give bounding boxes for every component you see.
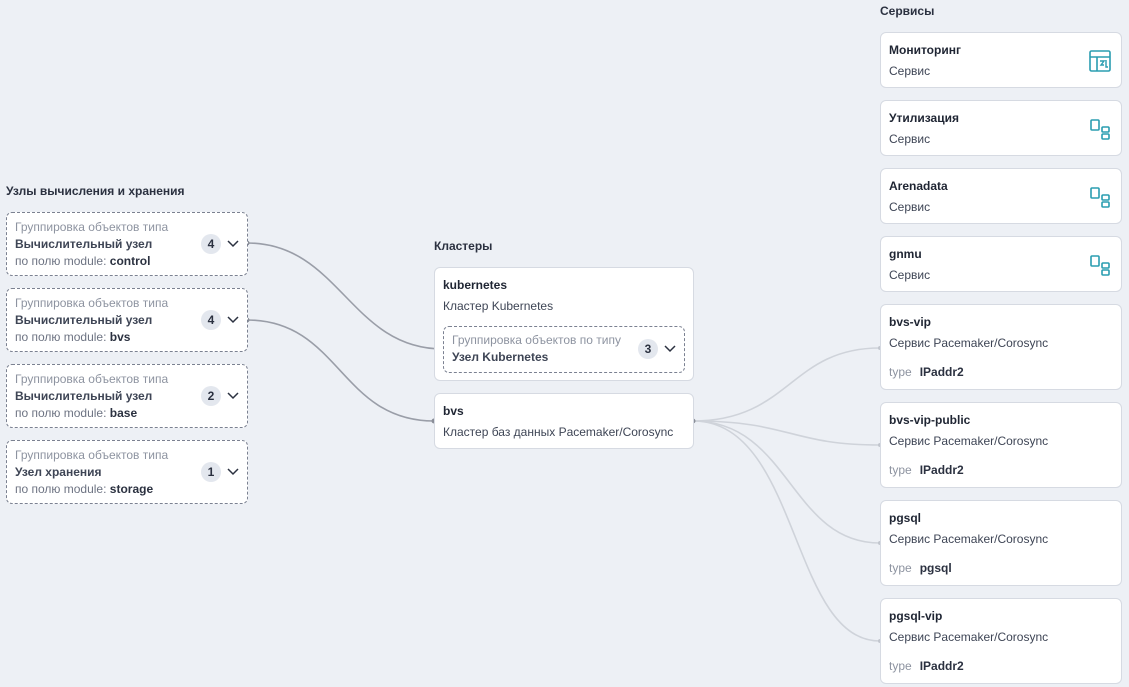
service-meta: type IPaddr2 (889, 463, 964, 477)
service-subtitle: Сервис (889, 268, 931, 282)
cluster-card-kubernetes[interactable]: kubernetes Кластер Kubernetes Группировк… (434, 267, 694, 381)
group-field-value: bvs (109, 330, 131, 344)
widgets-icon (1090, 119, 1110, 140)
service-meta: type IPaddr2 (889, 365, 964, 379)
edge-bvs-cluster-to-pgsql-vip (692, 420, 881, 642)
group-caption: Группировка объектов типа (15, 372, 169, 386)
group-field: по полю module: bvs (15, 330, 131, 344)
edge-control-to-kubernetes (246, 242, 444, 350)
cluster-subtitle: Кластер Kubernetes (443, 299, 554, 313)
chevron-down-icon[interactable] (227, 240, 239, 248)
nodes-column-title: Узлы вычисления и хранения (6, 184, 185, 198)
node-group-bvs[interactable]: Группировка объектов типа Вычислительный… (6, 288, 248, 352)
service-name: Мониторинг (889, 43, 961, 57)
edge-bvs-to-bvs-cluster (246, 319, 435, 422)
service-card-gnmu[interactable]: gnmu Сервис (880, 236, 1122, 292)
group-field: по полю module: control (15, 254, 151, 268)
group-field: по полю module: base (15, 406, 138, 420)
chevron-down-icon[interactable] (227, 392, 239, 400)
node-group-base[interactable]: Группировка объектов типа Вычислительный… (6, 364, 248, 428)
chevron-down-icon[interactable] (227, 316, 239, 324)
group-count-badge: 1 (201, 462, 221, 482)
service-card-bvs-vip-public[interactable]: bvs-vip-public Сервис Pacemaker/Corosync… (880, 402, 1122, 488)
clusters-column-title: Кластеры (434, 239, 493, 253)
service-name: bvs-vip (889, 315, 932, 329)
service-card-utilization[interactable]: Утилизация Сервис (880, 100, 1122, 156)
service-name: bvs-vip-public (889, 413, 971, 427)
service-meta: type pgsql (889, 561, 952, 575)
cluster-card-bvs[interactable]: bvs Кластер баз данных Pacemaker/Corosyn… (434, 393, 694, 449)
service-card-pgsql-vip[interactable]: pgsql-vip Сервис Pacemaker/Corosync type… (880, 598, 1122, 684)
service-card-arenadata[interactable]: Arenadata Сервис (880, 168, 1122, 224)
group-count-badge: 3 (638, 339, 658, 359)
group-field-value: control (109, 254, 151, 268)
service-card-monitoring[interactable]: Мониторинг Сервис (880, 32, 1122, 88)
service-subtitle: Сервис Pacemaker/Corosync (889, 434, 1049, 448)
group-field: по полю module: storage (15, 482, 154, 496)
group-field-value: base (109, 406, 138, 420)
group-caption: Группировка объектов типа (15, 448, 169, 462)
cluster-inner-group[interactable]: Группировка объектов по типу Узел Kubern… (443, 326, 685, 373)
group-count-badge: 4 (201, 234, 221, 254)
cluster-subtitle: Кластер баз данных Pacemaker/Corosync (443, 425, 674, 439)
service-name: gnmu (889, 247, 922, 261)
group-count-badge: 4 (201, 310, 221, 330)
service-subtitle: Сервис (889, 200, 931, 214)
node-group-storage[interactable]: Группировка объектов типа Узел хранения … (6, 440, 248, 504)
service-name: pgsql (889, 511, 921, 525)
service-name: Утилизация (889, 111, 959, 125)
service-name: pgsql-vip (889, 609, 943, 623)
service-name: Arenadata (889, 179, 948, 193)
cluster-name: kubernetes (443, 278, 508, 292)
group-count-badge: 2 (201, 386, 221, 406)
dashboard-icon (1089, 50, 1111, 72)
services-column-title: Сервисы (880, 4, 935, 18)
service-subtitle: Сервис Pacemaker/Corosync (889, 532, 1049, 546)
service-subtitle: Сервис (889, 64, 931, 78)
group-caption: Группировка объектов типа (15, 220, 169, 234)
chevron-down-icon[interactable] (227, 468, 239, 476)
service-subtitle: Сервис Pacemaker/Corosync (889, 336, 1049, 350)
edge-bvs-cluster-to-pgsql (692, 420, 881, 544)
service-subtitle: Сервис (889, 132, 931, 146)
service-meta: type IPaddr2 (889, 659, 964, 673)
cluster-name: bvs (443, 404, 464, 418)
group-field-value: storage (109, 482, 154, 496)
widgets-icon (1090, 187, 1110, 208)
chevron-down-icon[interactable] (664, 345, 676, 353)
group-caption: Группировка объектов типа (15, 296, 169, 310)
node-group-control[interactable]: Группировка объектов типа Вычислительный… (6, 212, 248, 276)
service-card-bvs-vip[interactable]: bvs-vip Сервис Pacemaker/Corosync type IP… (880, 304, 1122, 390)
edge-bvs-cluster-to-bvs-vip (692, 347, 881, 422)
widgets-icon (1090, 255, 1110, 276)
service-subtitle: Сервис Pacemaker/Corosync (889, 630, 1049, 644)
service-card-pgsql[interactable]: pgsql Сервис Pacemaker/Corosync type pgsq… (880, 500, 1122, 586)
